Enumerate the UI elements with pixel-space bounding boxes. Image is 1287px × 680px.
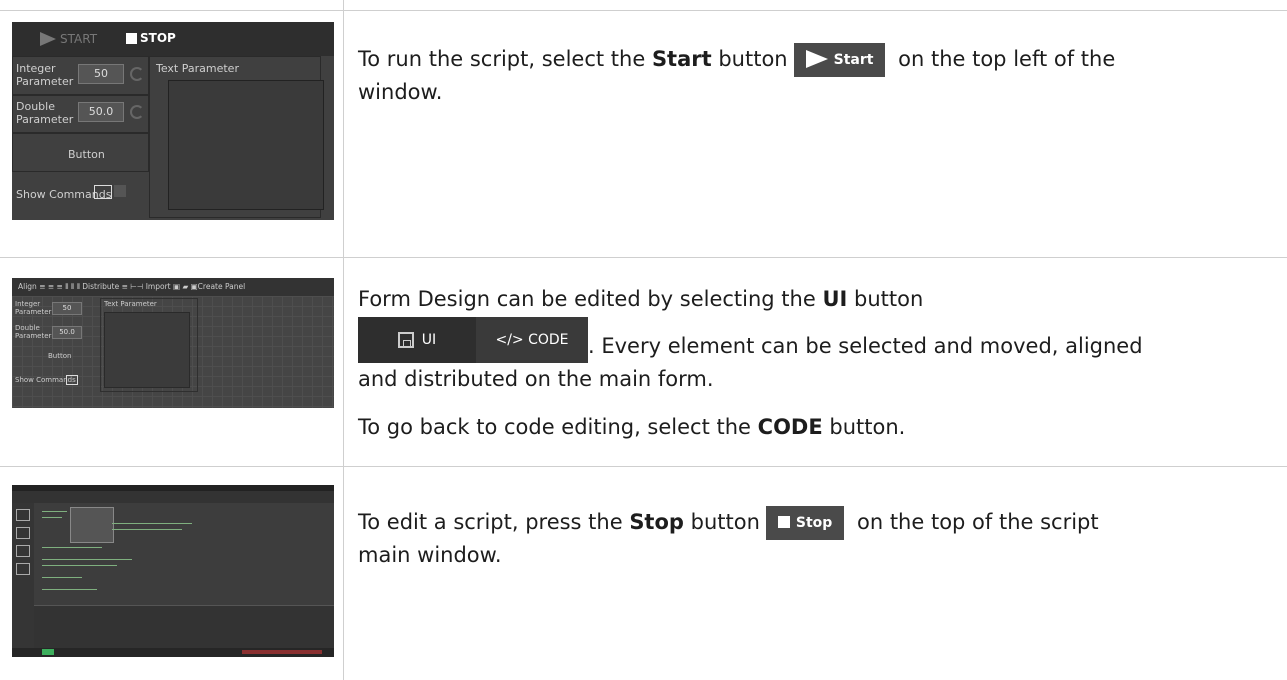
stop-instructions: To edit a script, press the Stop button S… xyxy=(358,506,1273,570)
toggle-icon xyxy=(66,375,78,385)
status-errors xyxy=(242,650,322,654)
stop-label: STOP xyxy=(140,31,176,45)
text-parameter-label: Text Parameter xyxy=(104,300,157,308)
autocomplete-popup xyxy=(70,507,114,543)
integer-label: Integer Parameter xyxy=(15,300,52,316)
integer-label: Integer Parameter xyxy=(16,62,74,88)
form-button: Button xyxy=(48,352,72,360)
ui-bold: UI xyxy=(822,287,848,311)
stop-icon xyxy=(126,33,137,44)
integer-input: 50 xyxy=(52,302,82,315)
play-icon xyxy=(805,49,828,68)
form-design-instructions: Form Design can be edited by selecting t… xyxy=(358,287,924,311)
play-icon xyxy=(40,32,56,46)
script-editor-thumbnail xyxy=(12,485,334,657)
start-bold: Start xyxy=(651,47,712,71)
form-design-line2: . Every element can be selected and move… xyxy=(588,334,1143,358)
reset-icon xyxy=(130,105,144,119)
thumbnail-toolbar: START STOP xyxy=(12,22,334,56)
status-indicator xyxy=(42,649,54,655)
reset-icon xyxy=(130,67,144,81)
table-border xyxy=(0,257,1287,258)
start-label: START xyxy=(60,32,98,46)
editor-sidebar xyxy=(12,503,34,648)
toggle-switch xyxy=(114,185,126,197)
run-instructions: To run the script, select the Start butt… xyxy=(358,43,1273,107)
table-border xyxy=(0,466,1287,467)
integer-input: 50 xyxy=(78,64,124,84)
form-button: Button xyxy=(68,148,105,161)
ui-code-toggle-image: UI </> CODE xyxy=(358,317,588,363)
save-icon xyxy=(397,332,414,348)
form-design-thumbnail: Align ≡ ≡ ≡ ⦀ ⦀ ⦀ Distribute ≡ ⊢⊣ Import… xyxy=(12,278,334,408)
start-button-image: Start xyxy=(793,43,886,77)
run-script-thumbnail: START STOP Integer Parameter 50 Double Par… xyxy=(12,22,334,220)
text-parameter-area xyxy=(168,80,324,210)
code-label: </> CODE xyxy=(495,332,569,348)
double-label: Double Parameter xyxy=(16,100,74,126)
stop-icon xyxy=(777,515,790,528)
sidebar-icon xyxy=(16,527,30,539)
stop-button-image: Stop xyxy=(765,506,845,540)
double-input: 50.0 xyxy=(78,102,124,122)
align-toolbar: Align ≡ ≡ ≡ ⦀ ⦀ ⦀ Distribute ≡ ⊢⊣ Import… xyxy=(12,278,334,296)
code-instructions: To go back to code editing, select the C… xyxy=(358,415,906,439)
text-parameter-label: Text Parameter xyxy=(156,62,239,75)
sidebar-icon xyxy=(16,509,30,521)
stop-bold: Stop xyxy=(629,510,684,534)
table-border xyxy=(343,0,344,680)
sidebar-icon xyxy=(16,563,30,575)
toggle-icon xyxy=(94,185,112,199)
double-input: 50.0 xyxy=(52,326,82,339)
code-bold: CODE xyxy=(757,415,823,439)
ui-label: UI xyxy=(421,332,437,348)
text-parameter-area xyxy=(104,312,190,388)
output-panel xyxy=(34,605,334,649)
table-border xyxy=(0,10,1287,11)
double-label: Double Parameter xyxy=(15,324,52,340)
form-design-line3: and distributed on the main form. xyxy=(358,367,714,391)
sidebar-icon xyxy=(16,545,30,557)
